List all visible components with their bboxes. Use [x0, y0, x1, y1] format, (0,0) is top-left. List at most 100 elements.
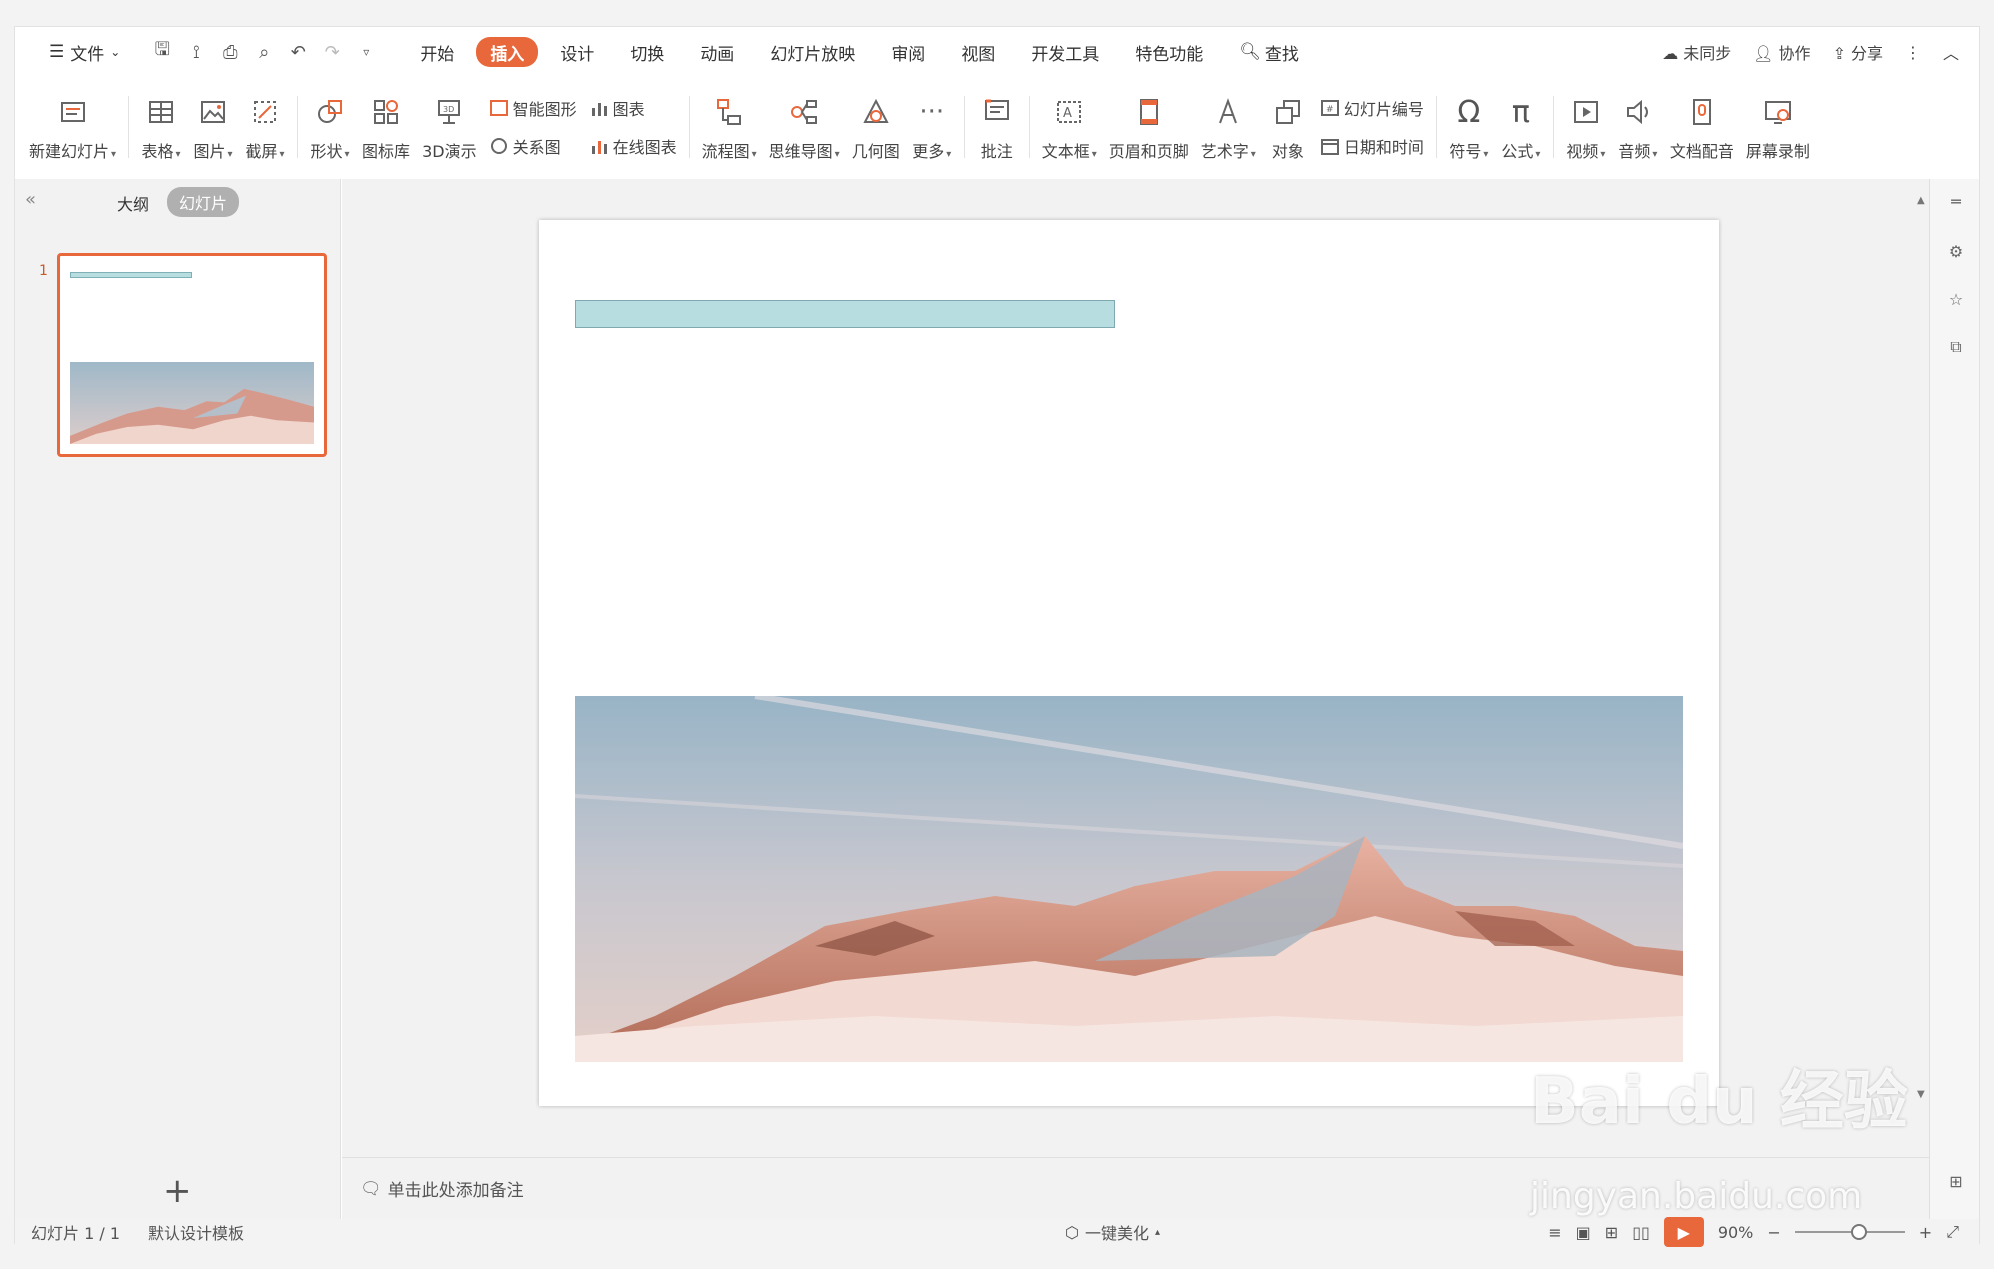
svg-text:#: # [1326, 105, 1334, 115]
collapse-panel-icon[interactable]: « [25, 189, 36, 210]
formula-button[interactable]: π 公式 ▾ [1495, 81, 1547, 173]
dropdown-caret-icon: ▾ [111, 149, 117, 160]
datetime-button[interactable]: 日期和时间 [1320, 134, 1424, 158]
grid-apps-icon[interactable]: ⊞ [1944, 1169, 1968, 1193]
tab-features[interactable]: 特色功能 [1121, 37, 1217, 67]
vertical-scrollbar[interactable]: ▲ ▼ [1915, 179, 1929, 1157]
shape-label: 形状 [310, 142, 343, 161]
comment-button[interactable]: 批注 [971, 81, 1023, 173]
more-options-icon[interactable]: ⋮ [1905, 43, 1921, 62]
tab-home[interactable]: 开始 [406, 37, 468, 67]
zoom-out-icon[interactable]: − [1767, 1223, 1780, 1242]
tab-insert[interactable]: 插入 [476, 37, 539, 67]
menu-bar: ☰ 文件 ⌄ 🖫 ⟟ ⎙ ⌕ ↶ ↷ ▿ 开始 插入 设计 切换 动画 幻灯片放… [15, 27, 1979, 77]
fit-window-icon[interactable]: ⤢ [1946, 1222, 1959, 1242]
ribbon-separator [128, 96, 130, 158]
online-chart-icon [591, 141, 607, 154]
smart-graphic-button[interactable]: 智能图形 [489, 96, 577, 120]
dub-button[interactable]: 文档配音 [1664, 81, 1740, 173]
undo-icon[interactable]: ↶ [284, 38, 312, 66]
textbox-button[interactable]: A 文本框 ▾ [1036, 81, 1103, 173]
copy-icon[interactable]: ⧉ [1944, 335, 1968, 359]
star-icon[interactable]: ☆ [1944, 287, 1968, 311]
scroll-up-icon[interactable]: ▲ [1917, 195, 1925, 206]
title-bar-shape[interactable] [575, 300, 1115, 328]
rail-minimize-icon[interactable]: ═ [1944, 189, 1968, 213]
scroll-down-icon[interactable]: ▼ [1917, 1089, 1925, 1100]
tab-animation[interactable]: 动画 [686, 37, 748, 67]
slide[interactable] [539, 220, 1719, 1106]
table-button[interactable]: 表格 ▾ [135, 81, 187, 173]
dropdown-caret-icon: ▾ [227, 149, 233, 160]
more-button[interactable]: ··· 更多 ▾ [906, 81, 958, 173]
zoom-in-icon[interactable]: + [1919, 1223, 1932, 1242]
slide-thumb-number: 1 [39, 263, 48, 279]
wordart-label: 艺术字 [1200, 142, 1249, 161]
zoom-level[interactable]: 90% [1718, 1223, 1754, 1242]
print-icon[interactable]: ⎙ [216, 38, 244, 66]
search-button[interactable]: 🔍︎ 查找 [1225, 37, 1313, 67]
dropdown-caret-icon: ▾ [751, 149, 757, 160]
shape-icon [310, 92, 350, 132]
tab-outline[interactable]: 大纲 [117, 191, 149, 215]
wordart-button[interactable]: 艺术字 ▾ [1195, 81, 1262, 173]
video-button[interactable]: 视频 ▾ [1560, 81, 1612, 173]
header-footer-button[interactable]: 页眉和页脚 [1103, 81, 1195, 173]
tab-review[interactable]: 审阅 [877, 37, 939, 67]
comment-label: 批注 [980, 142, 1013, 161]
flowchart-button[interactable]: 流程图 ▾ [696, 81, 763, 173]
redo-icon[interactable]: ↷ [318, 38, 346, 66]
sync-button[interactable]: ☁ 未同步 [1662, 40, 1731, 64]
tab-slides[interactable]: 幻灯片 [167, 187, 240, 217]
ribbon-separator [963, 96, 965, 158]
relation-label: 关系图 [512, 138, 561, 157]
file-menu-label: 文件 [70, 44, 105, 65]
icon-library-button[interactable]: 图标库 [356, 81, 416, 173]
format-painter-icon[interactable]: ⟟ [182, 38, 210, 66]
mountain-image[interactable] [575, 696, 1683, 1062]
sorter-view-icon[interactable]: ⊞ [1605, 1223, 1618, 1242]
new-slide-button[interactable]: 新建幻灯片 ▾ [23, 81, 122, 173]
tab-transition[interactable]: 切换 [616, 37, 678, 67]
symbol-button[interactable]: Ω 符号 ▾ [1443, 81, 1495, 173]
settings-sliders-icon[interactable]: ⚙ [1944, 239, 1968, 263]
picture-button[interactable]: 图片 ▾ [187, 81, 239, 173]
object-label: 对象 [1271, 142, 1304, 161]
slide-number-button[interactable]: # 幻灯片编号 [1320, 96, 1424, 120]
shape-button[interactable]: 形状 ▾ [304, 81, 356, 173]
notes-toggle-icon[interactable]: ≡ [1548, 1223, 1561, 1242]
screen-record-button[interactable]: 屏幕录制 [1740, 81, 1816, 173]
zoom-slider-knob[interactable] [1850, 1224, 1867, 1240]
save-icon[interactable]: 🖫 [148, 38, 176, 66]
tab-developer[interactable]: 开发工具 [1017, 37, 1113, 67]
zoom-slider[interactable] [1794, 1224, 1905, 1240]
dropdown-caret-icon: ▾ [834, 149, 840, 160]
tab-design[interactable]: 设计 [546, 37, 608, 67]
relation-button[interactable]: 关系图 [489, 134, 577, 158]
reading-view-icon[interactable]: ▯▯ [1632, 1223, 1650, 1242]
geometry-button[interactable]: 几何图 [846, 81, 906, 173]
print-preview-icon[interactable]: ⌕ [250, 38, 278, 66]
file-menu[interactable]: ☰ 文件 ⌄ [35, 37, 134, 67]
screenshot-button[interactable]: 截屏 ▾ [239, 81, 291, 173]
beautify-button[interactable]: ⬡ 一键美化 ▴ [1065, 1219, 1160, 1245]
tab-view[interactable]: 视图 [947, 37, 1009, 67]
play-slideshow-button[interactable]: ▶ [1663, 1217, 1704, 1247]
template-name[interactable]: 默认设计模板 [148, 1220, 244, 1244]
share-button[interactable]: ⇪ 分享 [1833, 40, 1883, 64]
slide-thumbnail[interactable] [57, 253, 327, 457]
tab-slideshow[interactable]: 幻灯片放映 [756, 37, 869, 67]
audio-button[interactable]: 音频 ▾ [1612, 81, 1664, 173]
add-slide-icon[interactable]: + [163, 1171, 192, 1211]
normal-view-icon[interactable]: ▣ [1576, 1223, 1591, 1242]
object-button[interactable]: 对象 [1262, 81, 1314, 173]
collapse-ribbon-icon[interactable]: ︿ [1943, 40, 1959, 64]
mindmap-button[interactable]: 思维导图 ▾ [763, 81, 846, 173]
collab-button[interactable]: 👤︎ 协作 [1753, 40, 1810, 64]
omega-icon: Ω [1457, 94, 1481, 130]
3d-demo-button[interactable]: 3D 3D演示 [416, 81, 483, 173]
chart-button[interactable]: 图表 [589, 96, 677, 120]
wordart-icon [1208, 92, 1248, 132]
online-chart-button[interactable]: 在线图表 [589, 134, 677, 158]
customize-icon[interactable]: ▿ [352, 38, 380, 66]
